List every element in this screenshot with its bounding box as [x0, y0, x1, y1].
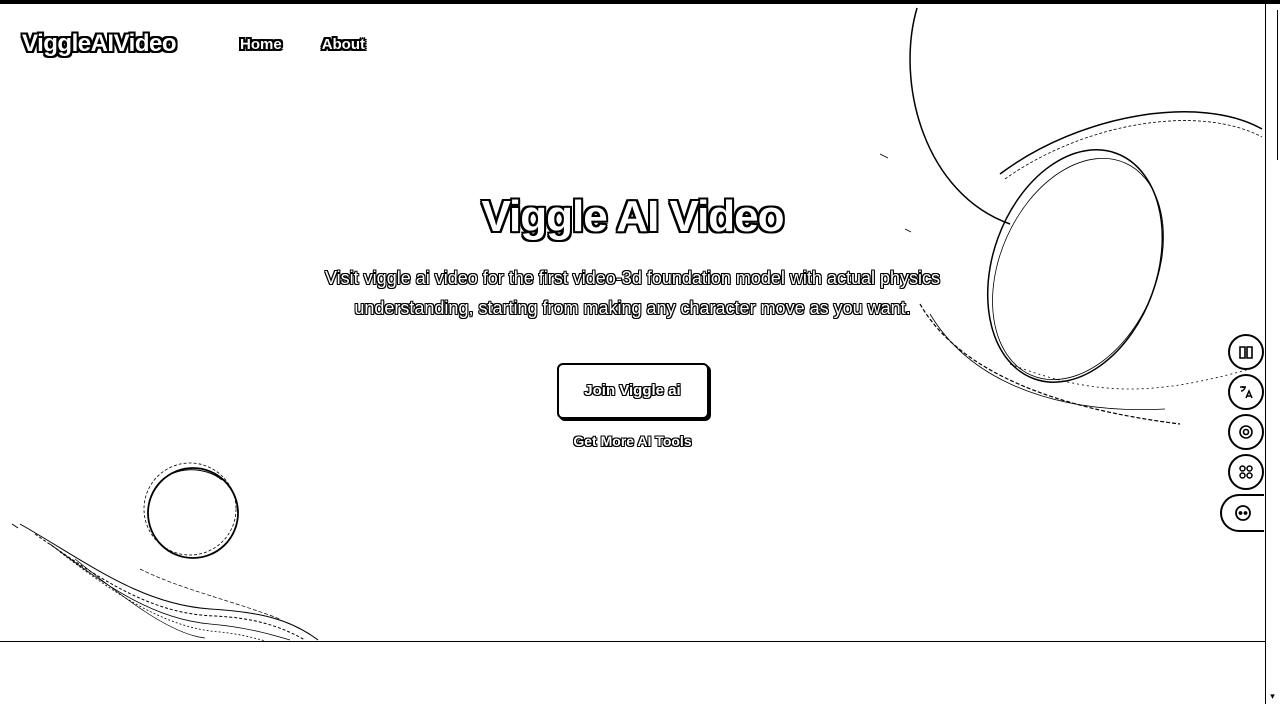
- translate-button[interactable]: [1228, 374, 1264, 410]
- nav-link-about[interactable]: About: [322, 36, 365, 53]
- nav-link-home[interactable]: Home: [240, 36, 282, 53]
- translate-icon: [1240, 386, 1253, 399]
- hero-title: Viggle AI Video: [481, 192, 784, 241]
- site-logo[interactable]: ViggleAIVideo: [22, 30, 177, 58]
- target-button[interactable]: [1228, 414, 1264, 450]
- hero-section: Viggle AI Video Visit viggle ai video fo…: [0, 189, 1265, 449]
- page-scrollbar[interactable]: ▾: [1265, 4, 1280, 704]
- apps-grid-icon: [1239, 465, 1253, 479]
- section-divider: [0, 641, 1265, 642]
- get-more-ai-tools-link[interactable]: Get More AI Tools: [0, 433, 1265, 449]
- scroll-down-arrow-icon[interactable]: ▾: [1267, 691, 1278, 702]
- floating-toolbar: [1220, 334, 1266, 536]
- assistant-button[interactable]: [1220, 494, 1264, 532]
- page: ViggleAIVideo Home About Viggle AI Video…: [0, 0, 1280, 704]
- hero-subtitle: Visit viggle ai video for the first vide…: [325, 268, 940, 318]
- join-viggle-button[interactable]: Join Viggle ai: [556, 363, 709, 419]
- scrollbar-thumb[interactable]: [1268, 10, 1278, 160]
- book-icon: [1239, 346, 1253, 359]
- assistant-bot-icon: [1235, 505, 1251, 521]
- top-nav: ViggleAIVideo Home About: [22, 28, 365, 60]
- join-viggle-button-label: Join Viggle ai: [584, 382, 681, 399]
- apps-button[interactable]: [1228, 454, 1264, 490]
- target-icon: [1239, 425, 1253, 439]
- book-button[interactable]: [1228, 334, 1264, 370]
